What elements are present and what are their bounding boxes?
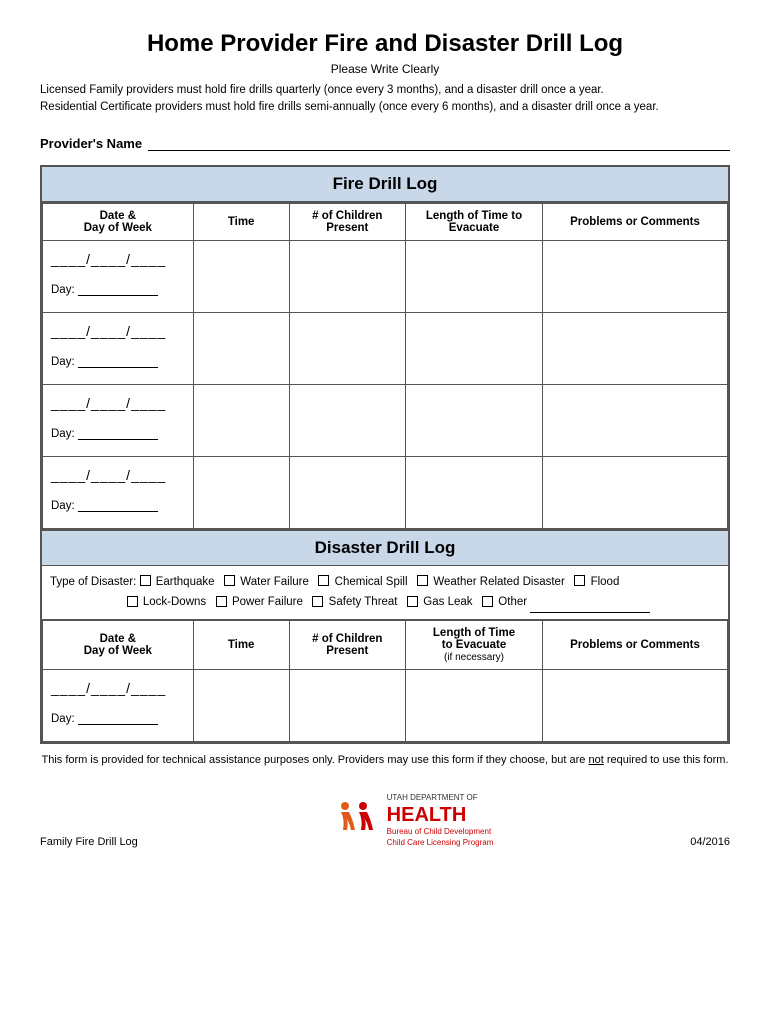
date-cell: ____/____/____ Day:	[43, 456, 194, 528]
disaster-drill-header: Disaster Drill Log	[42, 529, 728, 566]
chemical-spill-checkbox[interactable]	[318, 575, 329, 586]
evacuate-cell	[406, 240, 543, 312]
evacuate-cell	[406, 384, 543, 456]
lockdowns-checkbox[interactable]	[127, 596, 138, 607]
fire-drill-header: Fire Drill Log	[42, 167, 728, 203]
safety-threat-checkbox[interactable]	[312, 596, 323, 607]
dis-col-problems: Problems or Comments	[543, 620, 728, 669]
dis-col-evacuate: Length of Timeto Evacuate(if necessary)	[406, 620, 543, 669]
children-cell	[289, 456, 405, 528]
flood-checkbox[interactable]	[574, 575, 585, 586]
col-problems: Problems or Comments	[543, 203, 728, 240]
footer-right: 04/2016	[690, 836, 730, 848]
provider-label: Provider's Name	[40, 136, 142, 151]
children-cell	[289, 384, 405, 456]
earthquake-checkbox[interactable]	[140, 575, 151, 586]
dis-problems-cell	[543, 669, 728, 741]
evacuate-cell	[406, 312, 543, 384]
dis-date-cell: ____/____/____ Day:	[43, 669, 194, 741]
provider-name-underline	[148, 133, 730, 151]
fire-drill-table: Date &Day of Week Time # of ChildrenPres…	[42, 203, 728, 529]
col-time: Time	[193, 203, 289, 240]
utah-health-logo-icon	[335, 798, 379, 842]
dis-evacuate-cell	[406, 669, 543, 741]
logo-area: UTAH DEPARTMENT OF HEALTH Bureau of Chil…	[335, 792, 494, 848]
time-cell	[193, 240, 289, 312]
footer-left: Family Fire Drill Log	[40, 836, 138, 848]
problems-cell	[543, 312, 728, 384]
footer: Family Fire Drill Log UTAH DEPARTMENT OF…	[40, 792, 730, 848]
problems-cell	[543, 456, 728, 528]
page-title: Home Provider Fire and Disaster Drill Lo…	[40, 30, 730, 58]
other-checkbox[interactable]	[482, 596, 493, 607]
evacuate-cell	[406, 456, 543, 528]
time-cell	[193, 312, 289, 384]
provider-name-field: Provider's Name	[40, 133, 730, 151]
children-cell	[289, 312, 405, 384]
col-children: # of ChildrenPresent	[289, 203, 405, 240]
col-date-dow: Date &Day of Week	[43, 203, 194, 240]
time-cell	[193, 384, 289, 456]
type-label: Type of Disaster:	[50, 576, 136, 588]
table-row: ____/____/____ Day:	[43, 456, 728, 528]
disaster-drill-table: Date &Day of Week Time # of ChildrenPres…	[42, 620, 728, 742]
water-failure-checkbox[interactable]	[224, 575, 235, 586]
dis-col-date-dow: Date &Day of Week	[43, 620, 194, 669]
problems-cell	[543, 384, 728, 456]
power-failure-checkbox[interactable]	[216, 596, 227, 607]
disclaimer: This form is provided for technical assi…	[40, 752, 730, 769]
date-cell: ____/____/____ Day:	[43, 312, 194, 384]
col-evacuate-time: Length of Time toEvacuate	[406, 203, 543, 240]
type-of-disaster-row: Type of Disaster: Earthquake Water Failu…	[42, 566, 728, 620]
dis-col-children: # of ChildrenPresent	[289, 620, 405, 669]
dis-children-cell	[289, 669, 405, 741]
children-cell	[289, 240, 405, 312]
logo-text: UTAH DEPARTMENT OF HEALTH Bureau of Chil…	[387, 792, 494, 848]
gas-leak-checkbox[interactable]	[407, 596, 418, 607]
other-line	[530, 599, 650, 613]
problems-cell	[543, 240, 728, 312]
dis-col-time: Time	[193, 620, 289, 669]
fire-drill-log-section: Fire Drill Log Date &Day of Week Time # …	[40, 165, 730, 744]
table-row: ____/____/____ Day:	[43, 240, 728, 312]
date-cell: ____/____/____ Day:	[43, 240, 194, 312]
date-cell: ____/____/____ Day:	[43, 384, 194, 456]
subtitle: Please Write Clearly	[40, 62, 730, 76]
table-row: ____/____/____ Day:	[43, 669, 728, 741]
instructions: Licensed Family providers must hold fire…	[40, 82, 730, 117]
table-row: ____/____/____ Day:	[43, 312, 728, 384]
weather-disaster-checkbox[interactable]	[417, 575, 428, 586]
dis-time-cell	[193, 669, 289, 741]
time-cell	[193, 456, 289, 528]
table-row: ____/____/____ Day:	[43, 384, 728, 456]
